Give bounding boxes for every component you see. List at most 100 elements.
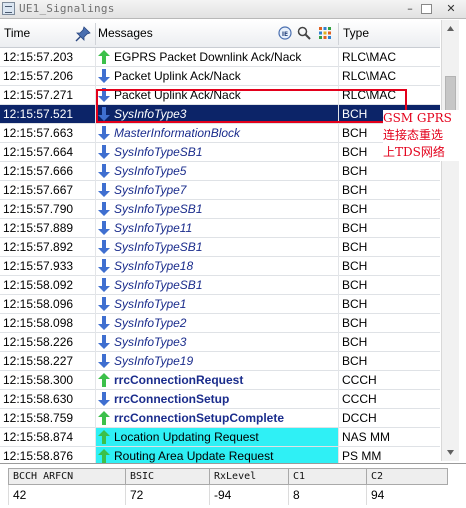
scroll-down-icon[interactable] <box>442 444 459 461</box>
row-time: 12:15:57.790 <box>3 202 74 216</box>
arrow-down-icon <box>98 278 110 292</box>
message-row[interactable]: 12:15:57.790 SysInfoTypeSB1 BCH <box>0 200 440 219</box>
column-header-time[interactable]: Time <box>4 20 30 47</box>
message-row[interactable]: 12:15:58.096 SysInfoType1 BCH <box>0 295 440 314</box>
maximize-icon[interactable] <box>421 4 432 14</box>
row-type: RLC\MAC <box>342 69 397 83</box>
row-time: 12:15:57.664 <box>3 145 74 159</box>
arrow-down-icon <box>98 183 110 197</box>
arrow-down-icon <box>98 297 110 311</box>
row-time: 12:15:57.667 <box>3 183 74 197</box>
row-message: SysInfoTypeSB1 <box>114 202 203 216</box>
row-time: 12:15:58.630 <box>3 392 74 406</box>
scroll-up-icon[interactable] <box>442 20 459 37</box>
annotation-line: 连接态重选 <box>383 128 444 142</box>
message-row[interactable]: 12:15:57.206 Packet Uplink Ack/Nack RLC\MA… <box>0 67 440 86</box>
row-type: BCH <box>342 202 368 216</box>
vertical-scrollbar[interactable] <box>441 20 459 461</box>
row-message: SysInfoType3 <box>114 335 187 349</box>
row-type: BCH <box>342 278 368 292</box>
arrow-up-icon <box>98 373 110 387</box>
arrow-down-icon <box>98 126 110 140</box>
arrow-down-icon <box>98 69 110 83</box>
row-time: 12:15:58.300 <box>3 373 74 387</box>
message-row[interactable]: 12:15:58.227 SysInfoType19 BCH <box>0 352 440 371</box>
minimize-icon[interactable]: – <box>402 1 418 16</box>
message-row[interactable]: 12:15:58.630 rrcConnectionSetup CCCH <box>0 390 440 409</box>
row-time: 12:15:57.892 <box>3 240 74 254</box>
row-time: 12:15:57.663 <box>3 126 74 140</box>
row-time: 12:15:58.227 <box>3 354 74 368</box>
row-type: PS MM <box>342 449 382 463</box>
row-type: CCCH <box>342 373 377 387</box>
row-time: 12:15:57.521 <box>3 107 74 121</box>
row-message: SysInfoTypeSB1 <box>114 278 203 292</box>
row-time: 12:15:57.203 <box>3 50 74 64</box>
message-row[interactable]: 12:15:58.226 SysInfoType3 BCH <box>0 333 440 352</box>
row-type: CCCH <box>342 392 377 406</box>
message-row[interactable]: 12:15:57.892 SysInfoTypeSB1 BCH <box>0 238 440 257</box>
close-icon[interactable]: ✕ <box>443 1 459 16</box>
value-c2: 94 <box>366 484 448 505</box>
header-c2: C2 <box>366 468 448 485</box>
arrow-down-icon <box>98 259 110 273</box>
arrow-up-icon <box>98 430 110 444</box>
row-time: 12:15:58.876 <box>3 449 74 463</box>
scrollbar-thumb[interactable] <box>445 76 456 112</box>
message-row[interactable]: 12:15:58.098 SysInfoType2 BCH <box>0 314 440 333</box>
svg-text:IE: IE <box>282 31 288 38</box>
row-type: DCCH <box>342 411 377 425</box>
arrow-down-icon <box>98 202 110 216</box>
column-header-messages[interactable]: Messages <box>98 20 153 47</box>
message-row[interactable]: 12:15:57.667 SysInfoType7 BCH <box>0 181 440 200</box>
message-row[interactable]: 12:15:57.666 SysInfoType5 BCH <box>0 162 440 181</box>
pin-icon[interactable] <box>75 26 91 42</box>
value-c1: 8 <box>288 484 367 505</box>
header-rxlevel: RxLevel <box>209 468 289 485</box>
header-c1: C1 <box>288 468 367 485</box>
row-type: BCH <box>342 316 368 330</box>
value-bsic: 72 <box>125 484 210 505</box>
columns-icon[interactable] <box>318 26 332 40</box>
message-row[interactable]: 12:15:57.203 EGPRS Packet Downlink Ack/Na… <box>0 48 440 67</box>
row-type: BCH <box>342 335 368 349</box>
message-row[interactable]: 12:15:58.759 rrcConnectionSetupComplete DC… <box>0 409 440 428</box>
list-header: Time Messages IE Type <box>0 20 440 48</box>
row-time: 12:15:57.206 <box>3 69 74 83</box>
row-type: NAS MM <box>342 430 390 444</box>
row-time: 12:15:57.933 <box>3 259 74 273</box>
message-row[interactable]: 12:15:57.933 SysInfoType18 BCH <box>0 257 440 276</box>
filter-icon[interactable]: IE <box>278 26 292 40</box>
row-message: SysInfoType1 <box>114 297 187 311</box>
column-header-type[interactable]: Type <box>343 20 369 47</box>
arrow-up-icon <box>98 449 110 463</box>
arrow-up-icon <box>98 50 110 64</box>
row-time: 12:15:58.098 <box>3 316 74 330</box>
row-message: Location Updating Request <box>114 430 259 444</box>
row-type: BCH <box>342 183 368 197</box>
row-type: BCH <box>342 145 368 159</box>
value-rxlevel: -94 <box>209 484 289 505</box>
message-row[interactable]: 12:15:58.092 SysInfoTypeSB1 BCH <box>0 276 440 295</box>
arrow-down-icon <box>98 316 110 330</box>
row-message: EGPRS Packet Downlink Ack/Nack <box>114 50 302 64</box>
arrow-down-icon <box>98 354 110 368</box>
message-row[interactable]: 12:15:58.874 Location Updating Request NAS… <box>0 428 440 447</box>
message-row[interactable]: 12:15:57.889 SysInfoType11 BCH <box>0 219 440 238</box>
row-message: rrcConnectionSetupComplete <box>114 411 285 425</box>
arrow-down-icon <box>98 164 110 178</box>
row-message: Packet Uplink Ack/Nack <box>114 69 241 83</box>
row-time: 12:15:58.092 <box>3 278 74 292</box>
message-row[interactable]: 12:15:57.663 MasterInformationBlock BCH <box>0 124 440 143</box>
search-icon[interactable] <box>297 26 311 40</box>
row-time: 12:15:57.666 <box>3 164 74 178</box>
message-row[interactable]: 12:15:57.664 SysInfoTypeSB1 BCH <box>0 143 440 162</box>
annotation-line: 上TDS网络 <box>383 145 445 159</box>
row-time: 12:15:57.889 <box>3 221 74 235</box>
row-time: 12:15:58.874 <box>3 430 74 444</box>
header-bcch-arfcn: BCCH ARFCN <box>8 468 126 485</box>
message-row[interactable]: 12:15:58.300 rrcConnectionRequest CCCH <box>0 371 440 390</box>
annotation-note: GSM GPRS 连接态重选 上TDS网络 <box>383 110 463 161</box>
row-message: SysInfoType5 <box>114 164 187 178</box>
cell-info-panel: BCCH ARFCN BSIC RxLevel C1 C2 42 72 -94 … <box>0 463 466 508</box>
